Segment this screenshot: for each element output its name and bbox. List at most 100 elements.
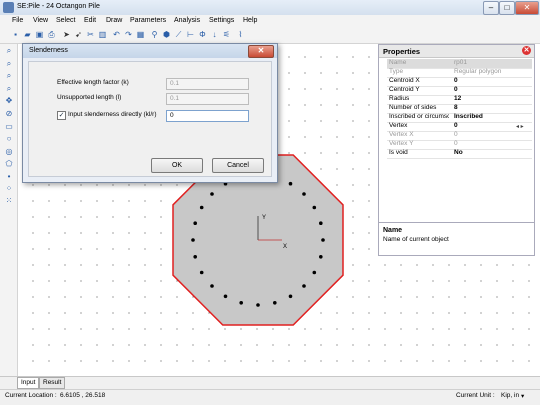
calc-icon[interactable]: ▦ xyxy=(136,30,145,40)
y-axis-label: Y xyxy=(262,215,266,221)
point-icon[interactable]: ⊘ xyxy=(4,109,14,119)
dot-icon[interactable]: • xyxy=(4,172,14,182)
line-icon[interactable]: ⟋ xyxy=(174,30,183,40)
window-title: SE:Pile - 24 Octangon Pile xyxy=(17,3,100,10)
select-node-icon[interactable]: ➹ xyxy=(74,30,83,40)
cut-icon[interactable]: ✂ xyxy=(86,30,95,40)
property-key: Is void xyxy=(389,149,408,156)
delete-icon[interactable]: ▥ xyxy=(98,30,107,40)
menu-select[interactable]: Select xyxy=(56,17,75,24)
rebar-point[interactable] xyxy=(239,301,243,305)
menu-edit[interactable]: Edit xyxy=(84,17,96,24)
property-value[interactable]: 12 xyxy=(454,95,529,102)
rebar-point[interactable] xyxy=(193,221,197,225)
rebar-point[interactable] xyxy=(199,270,204,275)
undo-icon[interactable]: ↶ xyxy=(112,30,121,40)
menu-view[interactable]: View xyxy=(33,17,48,24)
menu-draw[interactable]: Draw xyxy=(106,17,122,24)
app-icon xyxy=(3,2,14,13)
unit-dropdown-icon[interactable]: ▾ xyxy=(521,392,524,400)
chart-icon[interactable]: ⌇ xyxy=(236,30,245,40)
rebar-point[interactable] xyxy=(210,192,214,196)
rebar-point[interactable] xyxy=(319,255,323,259)
property-key: Number of sides xyxy=(389,104,437,111)
close-button[interactable]: ✕ xyxy=(515,1,539,15)
redo-icon[interactable]: ↷ xyxy=(124,30,133,40)
minimize-button[interactable]: – xyxy=(483,1,499,15)
property-value[interactable]: 0 xyxy=(454,77,529,84)
unsupported-length-input[interactable]: 0.1 xyxy=(166,93,249,105)
dimension-icon[interactable]: ⊢ xyxy=(186,30,195,40)
menu-parameters[interactable]: Parameters xyxy=(130,17,166,24)
phi-icon[interactable]: Φ xyxy=(198,30,207,40)
property-value[interactable]: Inscribed xyxy=(454,113,529,120)
rebar-point[interactable] xyxy=(256,303,260,307)
pile-icon[interactable]: ⬢ xyxy=(162,30,171,40)
pan-icon[interactable]: ✥ xyxy=(4,96,14,106)
select-icon[interactable]: ➤ xyxy=(62,30,71,40)
property-key: Centroid Y xyxy=(389,86,420,93)
ring-icon[interactable]: ◎ xyxy=(4,147,14,157)
unit-label: Current Unit : xyxy=(456,392,495,399)
rebar-point[interactable] xyxy=(312,205,317,210)
zoom-extent-icon[interactable]: ⌕ xyxy=(4,84,14,94)
property-row[interactable]: Is void No xyxy=(387,149,532,159)
property-value[interactable]: 0 xyxy=(454,86,529,93)
property-value[interactable]: 8 xyxy=(454,104,529,111)
polygon-icon[interactable]: ⬠ xyxy=(4,159,14,169)
help-text: Name of current object xyxy=(383,236,449,243)
rebar-point[interactable] xyxy=(302,192,306,196)
maximize-button[interactable]: □ xyxy=(499,1,515,15)
rebar-point[interactable] xyxy=(319,221,323,225)
rebar-point[interactable] xyxy=(312,270,317,275)
zoom-out-icon[interactable]: ⌕ xyxy=(4,59,14,69)
vertex-stepper[interactable]: ◂ ▸ xyxy=(516,123,524,130)
unit-value[interactable]: Kip, in xyxy=(501,392,519,399)
tab-input[interactable]: Input xyxy=(17,377,40,389)
property-value[interactable]: 0 xyxy=(454,140,529,147)
property-value[interactable]: Regular polygon xyxy=(454,68,529,75)
rebar-point[interactable] xyxy=(223,294,228,299)
rebar-point[interactable] xyxy=(210,284,214,288)
menu-file[interactable]: File xyxy=(12,17,23,24)
save-icon[interactable]: ▣ xyxy=(35,30,44,40)
menu-settings[interactable]: Settings xyxy=(209,17,234,24)
rect-icon[interactable]: ▭ xyxy=(4,122,14,132)
slenderness-checkbox[interactable]: ✓ xyxy=(57,111,66,120)
new-icon[interactable]: ▪ xyxy=(11,30,20,40)
ok-button[interactable]: OK xyxy=(151,158,203,173)
zoom-window-icon[interactable]: ⌕ xyxy=(4,71,14,81)
circle-dots-icon[interactable]: ⁘ xyxy=(4,184,14,194)
dialog-body: Effective length factor (k) 0.1 Unsuppor… xyxy=(28,61,272,177)
rebar-point[interactable] xyxy=(191,238,195,242)
grid-icon[interactable]: ⁙ xyxy=(4,196,14,206)
rebar-point[interactable] xyxy=(273,301,277,305)
property-key: Centroid X xyxy=(389,77,420,84)
print-icon[interactable]: ⎙ xyxy=(47,30,56,40)
effective-length-input[interactable]: 0.1 xyxy=(166,78,249,90)
cancel-button[interactable]: Cancel xyxy=(212,158,264,173)
property-key: Vertex xyxy=(389,122,408,129)
rebar-point[interactable] xyxy=(302,284,306,288)
rebar-point[interactable] xyxy=(321,238,325,242)
close-icon[interactable]: ✕ xyxy=(522,46,531,55)
tree-icon[interactable]: ⚲ xyxy=(150,30,159,40)
property-value[interactable]: No xyxy=(454,149,529,156)
rebar-point[interactable] xyxy=(288,294,293,299)
open-icon[interactable]: ▰ xyxy=(23,30,32,40)
rebar-point[interactable] xyxy=(193,255,197,259)
rebar-point[interactable] xyxy=(288,181,293,186)
tab-result[interactable]: Result xyxy=(39,377,66,389)
down-arrow-icon[interactable]: ↓ xyxy=(210,30,219,40)
rebar-point[interactable] xyxy=(199,205,204,210)
circle-icon[interactable]: ○ xyxy=(4,134,14,144)
slenderness-input[interactable]: 0 xyxy=(166,110,249,122)
property-value[interactable]: 0 xyxy=(454,131,529,138)
property-value[interactable]: rp01 xyxy=(454,59,529,66)
slenderness-checkbox-label: Input slenderness directly (kl/r) xyxy=(68,111,157,118)
menu-help[interactable]: Help xyxy=(243,17,257,24)
result-icon[interactable]: ⚟ xyxy=(222,30,231,40)
dialog-close-button[interactable]: ✕ xyxy=(248,45,274,58)
menu-analysis[interactable]: Analysis xyxy=(174,17,200,24)
zoom-in-icon[interactable]: ⌕ xyxy=(4,46,14,56)
